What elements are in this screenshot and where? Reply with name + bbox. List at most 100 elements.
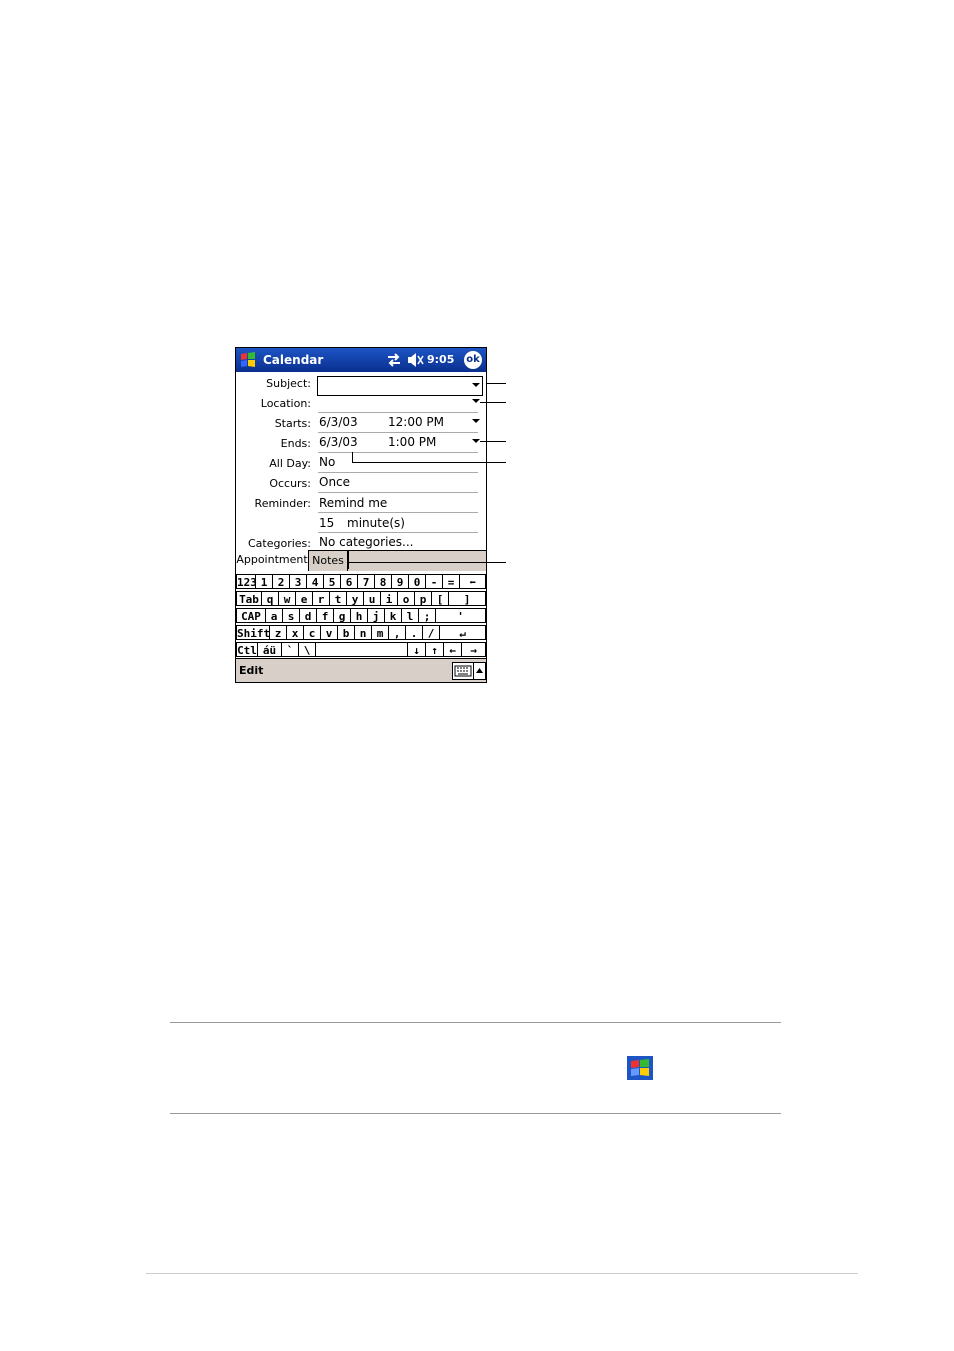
- input-panel-arrow-icon[interactable]: [473, 662, 486, 680]
- keyboard-key[interactable]: 123: [236, 574, 257, 589]
- keyboard-key[interactable]: 4: [307, 574, 324, 589]
- keyboard-key[interactable]: /: [423, 625, 440, 640]
- ends-date[interactable]: 6/3/03: [319, 435, 358, 449]
- keyboard-key[interactable]: f: [317, 608, 334, 623]
- keyboard-key[interactable]: j: [368, 608, 385, 623]
- keyboard-key[interactable]: i: [381, 591, 398, 606]
- keyboard-key[interactable]: ←: [444, 642, 462, 657]
- tab-appointment[interactable]: Appointment: [236, 550, 309, 571]
- edit-menu[interactable]: Edit: [239, 664, 263, 677]
- keyboard-key[interactable]: ↑: [426, 642, 444, 657]
- keyboard-key[interactable]: 2: [273, 574, 290, 589]
- keyboard-key[interactable]: -: [426, 574, 443, 589]
- reminder-value[interactable]: Remind me: [319, 496, 387, 510]
- callout-line-ends: [480, 441, 506, 442]
- keyboard-key[interactable]: v: [321, 625, 338, 640]
- location-dropdown-icon[interactable]: [472, 399, 480, 403]
- subject-field[interactable]: [317, 376, 483, 396]
- keyboard-key[interactable]: k: [385, 608, 402, 623]
- keyboard-key[interactable]: `: [282, 642, 299, 657]
- keyboard-key[interactable]: p: [415, 591, 432, 606]
- keyboard-key[interactable]: q: [262, 591, 279, 606]
- note-top-rule: [170, 1022, 781, 1023]
- windows-start-icon: [627, 1056, 653, 1080]
- tab-strip: Appointment Notes: [236, 550, 486, 571]
- keyboard-key[interactable]: 0: [409, 574, 426, 589]
- reminder-amount-underline: [318, 532, 478, 533]
- keyboard-key[interactable]: n: [355, 625, 372, 640]
- keyboard-key[interactable]: u: [364, 591, 381, 606]
- reminder-amount[interactable]: 15: [319, 516, 334, 530]
- ends-label: Ends:: [280, 437, 311, 450]
- keyboard-key[interactable]: ,: [389, 625, 406, 640]
- keyboard-key[interactable]: c: [304, 625, 321, 640]
- keyboard-key[interactable]: 1: [256, 574, 273, 589]
- occurs-label: Occurs:: [269, 477, 311, 490]
- keyboard-row: 123 1 2 3 4 5 6 7 8 9 0- = ⬅: [236, 574, 486, 590]
- speaker-muted-icon[interactable]: [406, 352, 426, 368]
- keyboard-key[interactable]: b: [338, 625, 355, 640]
- keyboard-key[interactable]: e: [296, 591, 313, 606]
- app-title: Calendar: [263, 353, 324, 367]
- menu-bar: Edit: [236, 658, 486, 682]
- categories-value[interactable]: No categories...: [319, 535, 413, 549]
- keyboard-key[interactable]: 8: [375, 574, 392, 589]
- reminder-unit[interactable]: minute(s): [347, 516, 405, 530]
- keyboard-key[interactable]: x: [287, 625, 304, 640]
- keyboard-key[interactable]: o: [398, 591, 415, 606]
- clock-time[interactable]: 9:05: [427, 353, 454, 366]
- keyboard-key[interactable]: ⬅: [460, 574, 486, 589]
- starts-date[interactable]: 6/3/03: [319, 415, 358, 429]
- keyboard-key[interactable]: w: [279, 591, 296, 606]
- keyboard-key[interactable]: s: [283, 608, 300, 623]
- keyboard-key[interactable]: ↵: [440, 625, 486, 640]
- keyboard-key[interactable]: Shift: [236, 625, 270, 640]
- starts-time[interactable]: 12:00 PM: [388, 415, 444, 429]
- keyboard-key[interactable]: t: [330, 591, 347, 606]
- keyboard-key[interactable]: l: [402, 608, 419, 623]
- keyboard-key[interactable]: →: [462, 642, 486, 657]
- title-bar: Calendar 9:05 ok: [236, 348, 486, 372]
- keyboard-key[interactable]: =: [443, 574, 460, 589]
- keyboard-key[interactable]: 5: [324, 574, 341, 589]
- keyboard-key[interactable]: 7: [358, 574, 375, 589]
- starts-underline: [318, 432, 478, 433]
- allday-value[interactable]: No: [319, 455, 335, 469]
- ends-dropdown-icon[interactable]: [472, 439, 480, 443]
- starts-dropdown-icon[interactable]: [472, 419, 480, 423]
- keyboard-key[interactable]: 9: [392, 574, 409, 589]
- keyboard-key[interactable]: ;: [419, 608, 436, 623]
- keyboard-key[interactable]: CAP: [236, 608, 266, 623]
- keyboard-key[interactable]: Tab: [236, 591, 262, 606]
- key-space[interactable]: [316, 642, 408, 657]
- keyboard-key[interactable]: d: [300, 608, 317, 623]
- keyboard-key[interactable]: h: [351, 608, 368, 623]
- keyboard-key[interactable]: ': [436, 608, 486, 623]
- keyboard-key[interactable]: m: [372, 625, 389, 640]
- keyboard-key[interactable]: y: [347, 591, 364, 606]
- keyboard-key[interactable]: Ctl: [236, 642, 258, 657]
- ends-time[interactable]: 1:00 PM: [388, 435, 436, 449]
- keyboard-key[interactable]: áü: [258, 642, 282, 657]
- tab-notes[interactable]: Notes: [309, 551, 348, 571]
- keyboard-key[interactable]: r: [313, 591, 330, 606]
- keyboard-key[interactable]: \: [299, 642, 316, 657]
- keyboard-key[interactable]: .: [406, 625, 423, 640]
- keyboard-key[interactable]: z: [270, 625, 287, 640]
- windows-start-icon[interactable]: [238, 350, 258, 370]
- keyboard-key[interactable]: 6: [341, 574, 358, 589]
- occurs-value[interactable]: Once: [319, 475, 350, 489]
- subject-dropdown-icon[interactable]: [472, 383, 480, 387]
- connectivity-icon[interactable]: [386, 352, 402, 368]
- keyboard-key[interactable]: ]: [449, 591, 486, 606]
- ok-button[interactable]: ok: [464, 351, 482, 369]
- reminder-underline: [318, 512, 478, 513]
- keyboard-key[interactable]: [: [432, 591, 449, 606]
- keyboard-key[interactable]: g: [334, 608, 351, 623]
- keyboard-key[interactable]: ↓: [408, 642, 426, 657]
- keyboard-key[interactable]: a: [266, 608, 283, 623]
- keyboard-icon[interactable]: [452, 662, 474, 680]
- keyboard-row: Ctl áü ` \ ↓ ↑ ← →: [236, 642, 486, 658]
- keyboard-key[interactable]: 3: [290, 574, 307, 589]
- callout-vline-time: [352, 452, 353, 462]
